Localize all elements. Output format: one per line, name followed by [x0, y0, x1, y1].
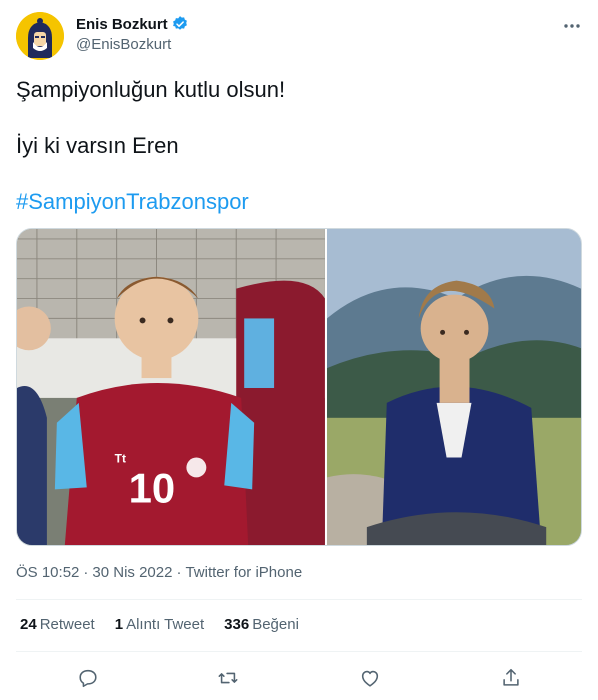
avatar-character-icon: [16, 12, 64, 60]
meta-dot: ·: [83, 564, 89, 581]
avatar[interactable]: [16, 12, 64, 60]
jersey-number: 10: [129, 464, 176, 511]
retweets-count: 24: [20, 616, 37, 633]
engagement-stats: 24 Retweet 1 Alıntı Tweet 336 Beğeni: [20, 616, 319, 633]
quotes-label: Alıntı Tweet: [126, 616, 205, 633]
tweet-date[interactable]: 30 Nis 2022: [92, 564, 172, 581]
tweet-time[interactable]: ÖS 10:52: [16, 564, 79, 581]
likes-label: Beğeni: [252, 616, 299, 633]
author-name-row[interactable]: Enis Bozkurt: [76, 15, 189, 33]
handle[interactable]: @EnisBozkurt: [76, 36, 171, 53]
tweet-text-line-1: Şampiyonluğun kutlu olsun!: [16, 77, 286, 102]
tweet-meta: ÖS 10:52 · 30 Nis 2022 · Twitter for iPh…: [16, 564, 302, 581]
divider: [16, 599, 582, 600]
like-icon[interactable]: [356, 664, 384, 692]
action-bar: [0, 660, 598, 696]
display-name[interactable]: Enis Bozkurt: [76, 16, 168, 33]
tweet-text-line-2: İyi ki varsın Eren: [16, 133, 179, 158]
media-grid: 10 Tt: [16, 228, 582, 546]
verified-badge-icon: [171, 15, 189, 33]
retweets-stat[interactable]: 24 Retweet: [20, 616, 95, 633]
retweet-icon[interactable]: [214, 664, 242, 692]
likes-count: 336: [224, 616, 250, 633]
more-options-icon[interactable]: [558, 12, 586, 40]
photo-left[interactable]: 10 Tt: [17, 229, 325, 545]
photo-right[interactable]: [326, 229, 581, 545]
retweets-label: Retweet: [39, 616, 95, 633]
tweet-detail: Enis Bozkurt @EnisBozkurt Şampiyonluğun …: [0, 0, 598, 700]
hashtag-link[interactable]: #SampiyonTrabzonspor: [16, 188, 249, 216]
quotes-stat[interactable]: 1 Alıntı Tweet: [115, 616, 204, 633]
meta-dot: ·: [176, 564, 182, 581]
divider: [16, 651, 582, 652]
reply-icon[interactable]: [74, 664, 102, 692]
share-icon[interactable]: [497, 664, 525, 692]
likes-stat[interactable]: 336 Beğeni: [224, 616, 299, 633]
quotes-count: 1: [114, 616, 124, 633]
tweet-source[interactable]: Twitter for iPhone: [185, 564, 302, 581]
jersey-brand: Tt: [115, 452, 126, 466]
